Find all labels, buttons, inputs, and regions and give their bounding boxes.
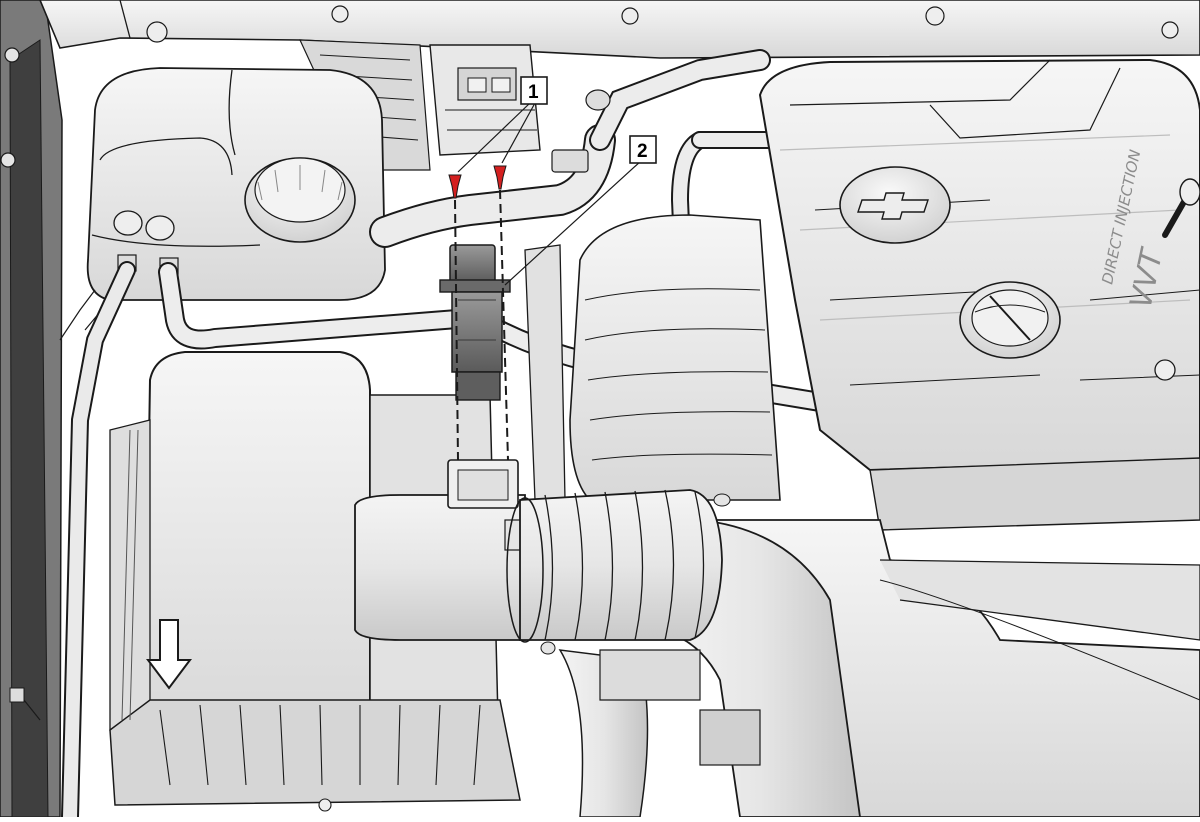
sensor-mount-boss	[447, 459, 519, 509]
air-intake-tube	[354, 494, 528, 641]
intake-coupler	[506, 489, 731, 655]
radiator-support	[0, 0, 63, 818]
chevrolet-bowtie-icon	[839, 166, 951, 244]
reservoir-cap	[244, 157, 356, 243]
callout-2-label: 2	[637, 141, 648, 162]
callout-2: 2	[629, 135, 657, 164]
engine-bay-svg: DIRECT INJECTION VVT 1 2	[0, 0, 1200, 822]
oil-fill-cap	[959, 281, 1061, 359]
engine-bay-illustration: DIRECT INJECTION VVT 1 2	[0, 0, 1200, 822]
callout-1: 1	[520, 76, 548, 105]
callout-1-label: 1	[528, 82, 539, 103]
